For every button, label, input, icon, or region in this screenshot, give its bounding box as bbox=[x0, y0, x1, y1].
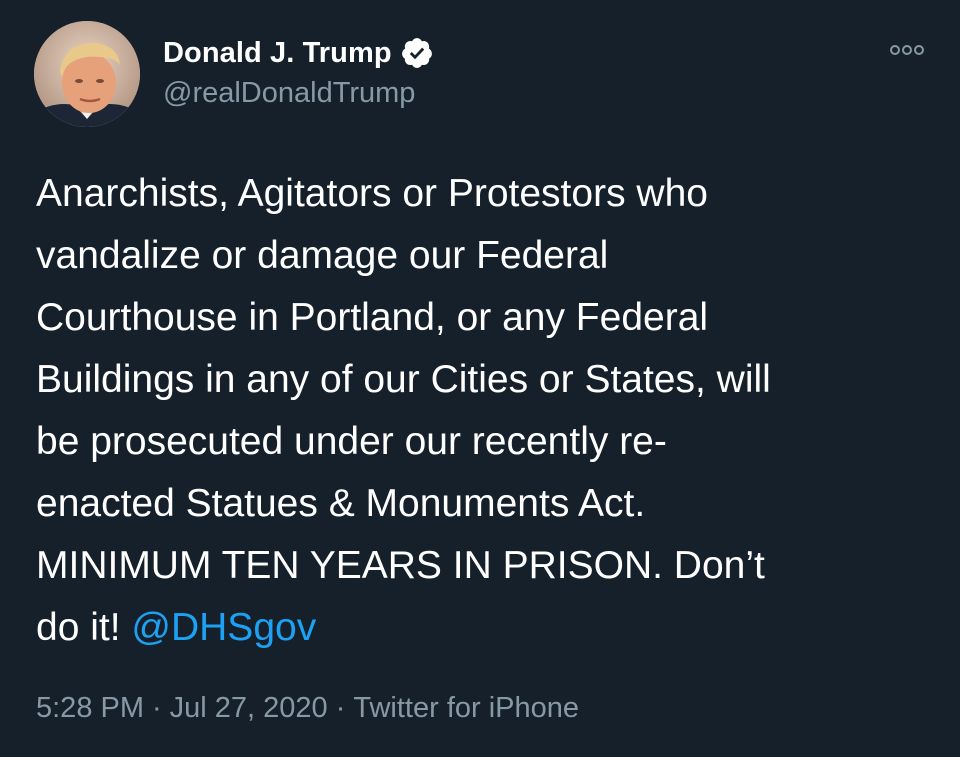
avatar-photo-icon bbox=[34, 21, 140, 127]
author-display-name[interactable]: Donald J. Trump bbox=[163, 37, 392, 70]
more-options-icon[interactable] bbox=[889, 42, 925, 58]
tweet-text: Anarchists, Agitators or Protestors who … bbox=[36, 172, 771, 649]
verified-badge-icon bbox=[400, 36, 434, 70]
meta-separator: · bbox=[152, 692, 162, 724]
author-name-row: Donald J. Trump bbox=[163, 32, 434, 74]
tweet-date[interactable]: Jul 27, 2020 bbox=[170, 692, 328, 724]
mention-link[interactable]: @DHSgov bbox=[131, 606, 316, 649]
meta-separator: · bbox=[335, 692, 346, 724]
tweet-source[interactable]: Twitter for iPhone bbox=[353, 692, 579, 724]
tweet-card: Donald J. Trump @realDonaldTrump Anarchi… bbox=[0, 0, 960, 757]
author-handle[interactable]: @realDonaldTrump bbox=[163, 77, 415, 110]
avatar[interactable] bbox=[34, 21, 140, 127]
tweet-time[interactable]: 5:28 PM bbox=[36, 692, 144, 724]
tweet-body: Anarchists, Agitators or Protestors who … bbox=[36, 163, 941, 659]
tweet-meta: 5:28 PM · Jul 27, 2020 · Twitter for iPhone bbox=[36, 692, 579, 725]
